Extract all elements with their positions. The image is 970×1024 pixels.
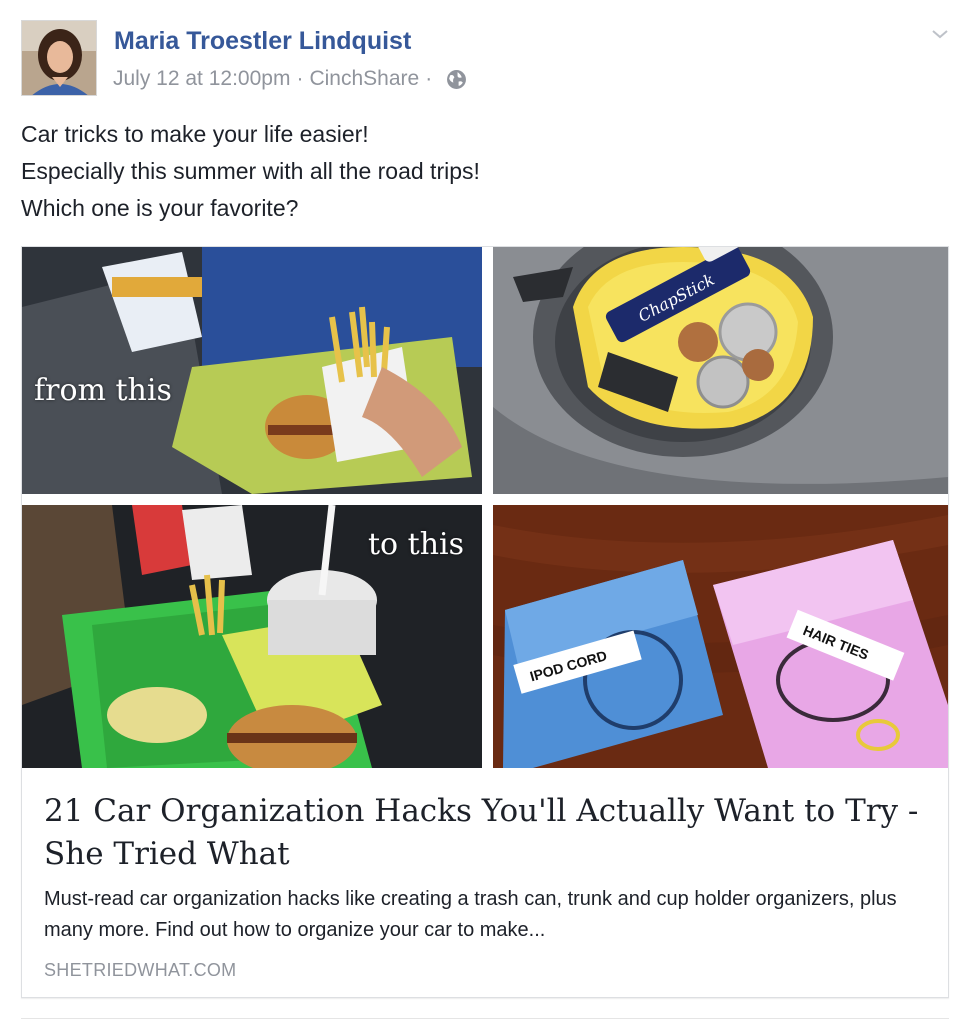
before-caption: from this bbox=[34, 373, 172, 408]
collage-image-labeled-cases[interactable]: IPOD CORD HAIR TIES bbox=[493, 505, 948, 768]
labeled-cases-photo: IPOD CORD HAIR TIES bbox=[493, 505, 948, 768]
avatar-photo bbox=[22, 21, 96, 95]
link-preview-body[interactable]: 21 Car Organization Hacks You'll Actuall… bbox=[22, 768, 948, 997]
avatar[interactable] bbox=[21, 20, 97, 96]
post-meta: July 12 at 12:00pm · CinchShare · bbox=[113, 67, 467, 91]
post-source[interactable]: CinchShare bbox=[309, 67, 419, 91]
link-title[interactable]: 21 Car Organization Hacks You'll Actuall… bbox=[44, 790, 924, 876]
author-name[interactable]: Maria Troestler Lindquist bbox=[114, 27, 411, 56]
link-description: Must-read car organization hacks like cr… bbox=[44, 888, 897, 941]
meta-separator: · bbox=[425, 67, 433, 90]
image-collage[interactable]: from this ChapStick to this IPOD CORD HA… bbox=[22, 247, 948, 768]
meta-separator: · bbox=[296, 67, 304, 90]
cup-holder-photo: ChapStick bbox=[493, 247, 948, 494]
collage-image-fast-food-after[interactable]: to this bbox=[22, 505, 482, 768]
globe-icon[interactable] bbox=[446, 69, 467, 90]
post-message: Car tricks to make your life easier! Esp… bbox=[21, 116, 921, 227]
link-preview-card[interactable]: from this ChapStick to this IPOD CORD HA… bbox=[21, 246, 949, 998]
chevron-down-icon[interactable] bbox=[930, 24, 950, 44]
fast-food-before-photo bbox=[22, 247, 482, 494]
collage-image-cup-holder[interactable]: ChapStick bbox=[493, 247, 948, 494]
post-header: Maria Troestler Lindquist July 12 at 12:… bbox=[21, 20, 950, 98]
post-text-line: Car tricks to make your life easier! bbox=[21, 121, 369, 147]
after-caption: to this bbox=[368, 527, 465, 562]
post-text-line: Especially this summer with all the road… bbox=[21, 158, 480, 184]
link-domain: SHETRIEDWHAT.COM bbox=[44, 960, 237, 980]
divider bbox=[21, 1018, 949, 1019]
post-timestamp[interactable]: July 12 at 12:00pm bbox=[113, 67, 290, 91]
post-text-line: Which one is your favorite? bbox=[21, 195, 299, 221]
collage-image-fast-food-before[interactable]: from this bbox=[22, 247, 482, 494]
